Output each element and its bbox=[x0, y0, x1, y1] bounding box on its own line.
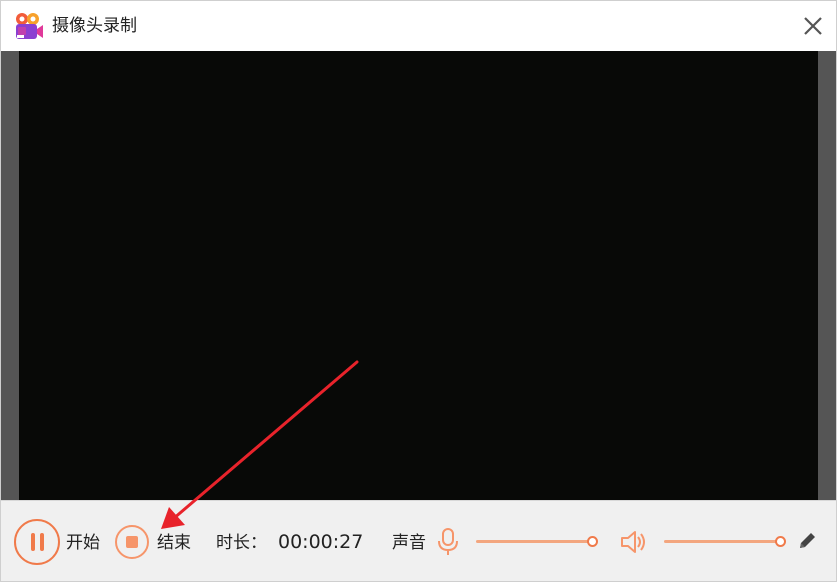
microphone-icon[interactable] bbox=[437, 528, 459, 556]
video-frame bbox=[1, 51, 836, 500]
window-title: 摄像头录制 bbox=[52, 16, 137, 36]
video-camera-icon bbox=[16, 13, 43, 39]
pencil-icon[interactable] bbox=[797, 531, 817, 551]
speaker-volume-track bbox=[664, 540, 781, 543]
duration-label: 时长： bbox=[216, 533, 267, 553]
pause-icon-bar bbox=[39, 533, 44, 551]
stop-button[interactable] bbox=[115, 525, 149, 559]
start-pause-button[interactable] bbox=[14, 519, 60, 565]
speaker-volume-handle[interactable] bbox=[775, 536, 786, 547]
speaker-volume-slider[interactable] bbox=[664, 535, 786, 547]
camera-recording-window: 摄像头录制 开始 结束 时长： 00:00:27 声音 bbox=[0, 0, 837, 582]
camera-preview bbox=[19, 51, 818, 500]
microphone-volume-handle[interactable] bbox=[587, 536, 598, 547]
title-bar: 摄像头录制 bbox=[1, 1, 836, 51]
control-bar: 开始 结束 时长： 00:00:27 声音 bbox=[1, 500, 836, 581]
sound-label: 声音 bbox=[392, 533, 426, 553]
stop-icon bbox=[126, 536, 138, 548]
stop-label[interactable]: 结束 bbox=[157, 531, 191, 555]
start-label[interactable]: 开始 bbox=[66, 531, 100, 555]
pause-icon bbox=[30, 533, 35, 551]
microphone-volume-track bbox=[476, 540, 593, 543]
duration-value: 00:00:27 bbox=[278, 531, 364, 553]
speaker-icon[interactable] bbox=[619, 528, 647, 556]
microphone-volume-slider[interactable] bbox=[476, 535, 598, 547]
close-icon[interactable] bbox=[802, 15, 824, 37]
